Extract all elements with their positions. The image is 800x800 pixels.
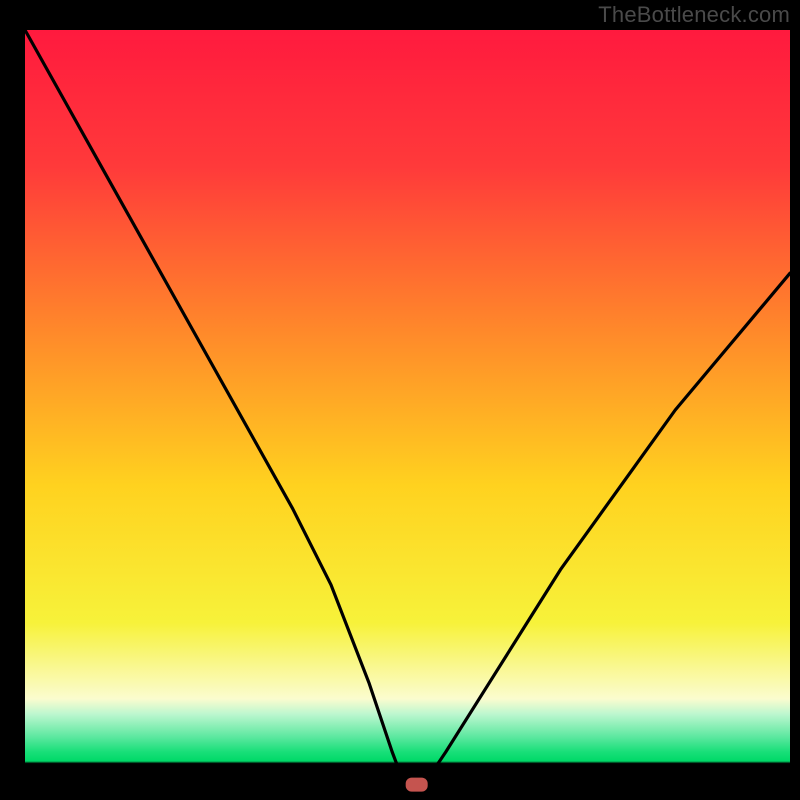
chart-stage: TheBottleneck.com [0,0,800,800]
optimum-marker [406,778,428,792]
bottleneck-plot [0,0,800,800]
